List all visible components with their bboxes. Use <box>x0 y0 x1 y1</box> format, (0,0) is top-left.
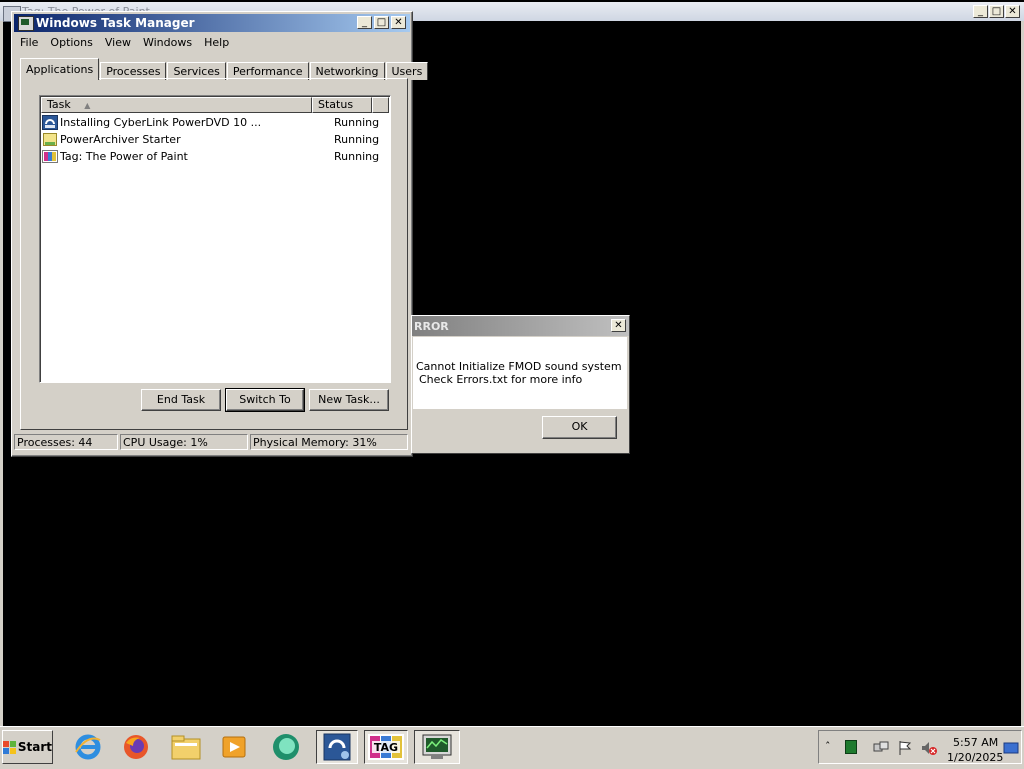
action-center-flag-icon[interactable] <box>897 740 912 755</box>
file-explorer-icon[interactable] <box>168 730 204 764</box>
status-physical-memory: Physical Memory: 31% <box>250 434 408 450</box>
menu-options[interactable]: Options <box>44 34 98 52</box>
tab-strip: Applications Processes Services Performa… <box>20 58 429 80</box>
background-window-controls: _ □ ✕ <box>973 5 1020 18</box>
list-header: Task ▲ Status <box>41 97 389 113</box>
show-hidden-icons-chevron-icon[interactable]: ˆ <box>825 740 839 754</box>
menu-bar: File Options View Windows Help <box>14 34 235 52</box>
network-icon[interactable] <box>873 740 889 754</box>
task-name: Tag: The Power of Paint <box>60 150 188 163</box>
sort-ascending-icon: ▲ <box>84 101 91 110</box>
column-task-label: Task <box>47 98 71 111</box>
new-task-button[interactable]: New Task... <box>309 389 389 411</box>
error-dialog: RROR ✕ Cannot Initialize FMOD sound syst… <box>411 315 630 454</box>
error-dialog-titlebar[interactable]: RROR ✕ <box>412 316 629 336</box>
window-title: Windows Task Manager <box>36 16 195 30</box>
status-bar: Processes: 44 CPU Usage: 1% Physical Mem… <box>14 434 408 452</box>
task-manager-window: Windows Task Manager _ □ ✕ File Options … <box>11 11 429 457</box>
cyberlink-installer-icon <box>42 115 58 130</box>
task-manager-titlebar[interactable]: Windows Task Manager _ □ ✕ <box>14 14 410 32</box>
close-button[interactable]: ✕ <box>391 16 406 29</box>
system-tray: ˆ 5:57 AM 1/20/2025 <box>818 730 1022 764</box>
task-name: Installing CyberLink PowerDVD 10 ... <box>60 116 262 129</box>
task-status: Running <box>334 133 380 146</box>
tag-game-icon[interactable]: TAG <box>364 730 408 764</box>
table-row[interactable]: PowerArchiver Starter Running <box>42 131 388 148</box>
menu-file[interactable]: File <box>14 34 44 52</box>
tray-app-icon[interactable] <box>845 740 857 754</box>
task-rows: Installing CyberLink PowerDVD 10 ... Run… <box>42 114 388 165</box>
task-status: Running <box>334 116 380 129</box>
taskbar: Start TAG ˆ 5:57 AM 1/20/2025 <box>0 726 1024 769</box>
menu-view[interactable]: View <box>99 34 137 52</box>
task-list[interactable]: Task ▲ Status Installing CyberLink Power… <box>39 95 391 383</box>
switch-to-button[interactable]: Switch To <box>225 388 305 412</box>
media-player-icon[interactable] <box>216 730 252 764</box>
column-header-filler <box>372 97 389 113</box>
installer-icon[interactable] <box>316 730 358 764</box>
task-manager-icon[interactable] <box>414 730 460 764</box>
error-message-line-2: Check Errors.txt for more info <box>419 373 583 386</box>
tag-game-icon <box>42 150 58 163</box>
error-message-line-1: Cannot Initialize FMOD sound system <box>416 360 622 373</box>
internet-explorer-icon[interactable] <box>70 730 106 764</box>
firefox-icon[interactable] <box>118 730 154 764</box>
clock-date[interactable]: 1/20/2025 <box>947 751 1003 764</box>
task-manager-icon <box>18 16 34 31</box>
window-controls: _ □ ✕ <box>357 16 406 29</box>
ok-button[interactable]: OK <box>542 416 617 439</box>
column-header-status[interactable]: Status <box>312 97 372 113</box>
clock-time[interactable]: 5:57 AM <box>953 736 998 749</box>
close-button[interactable]: ✕ <box>1005 5 1020 18</box>
column-header-task[interactable]: Task ▲ <box>41 97 312 113</box>
windows-logo-icon <box>3 740 16 754</box>
minimize-button[interactable]: _ <box>973 5 988 18</box>
maximize-button[interactable]: □ <box>374 16 389 29</box>
chat-app-icon[interactable] <box>268 730 304 764</box>
menu-help[interactable]: Help <box>198 34 235 52</box>
svg-text:TAG: TAG <box>374 741 398 754</box>
tab-applications[interactable]: Applications <box>20 58 100 80</box>
volume-muted-icon[interactable] <box>921 740 937 755</box>
status-processes: Processes: 44 <box>14 434 118 450</box>
show-desktop-icon[interactable] <box>1003 740 1019 754</box>
minimize-button[interactable]: _ <box>357 16 372 29</box>
menu-windows[interactable]: Windows <box>137 34 198 52</box>
end-task-button[interactable]: End Task <box>141 389 221 411</box>
window-frame-left <box>0 21 3 726</box>
powerarchiver-icon <box>43 133 57 146</box>
task-name: PowerArchiver Starter <box>60 133 181 146</box>
error-dialog-title: RROR <box>414 320 449 333</box>
error-message-area: Cannot Initialize FMOD sound system Chec… <box>413 337 627 409</box>
status-cpu-usage: CPU Usage: 1% <box>120 434 248 450</box>
applications-panel: Task ▲ Status Installing CyberLink Power… <box>20 78 408 430</box>
start-button[interactable]: Start <box>2 730 53 764</box>
table-row[interactable]: Tag: The Power of Paint Running <box>42 148 388 165</box>
column-status-label: Status <box>318 98 354 111</box>
start-label: Start <box>17 740 52 754</box>
table-row[interactable]: Installing CyberLink PowerDVD 10 ... Run… <box>42 114 388 131</box>
task-status: Running <box>334 150 380 163</box>
maximize-button[interactable]: □ <box>989 5 1004 18</box>
close-button[interactable]: ✕ <box>611 319 626 332</box>
